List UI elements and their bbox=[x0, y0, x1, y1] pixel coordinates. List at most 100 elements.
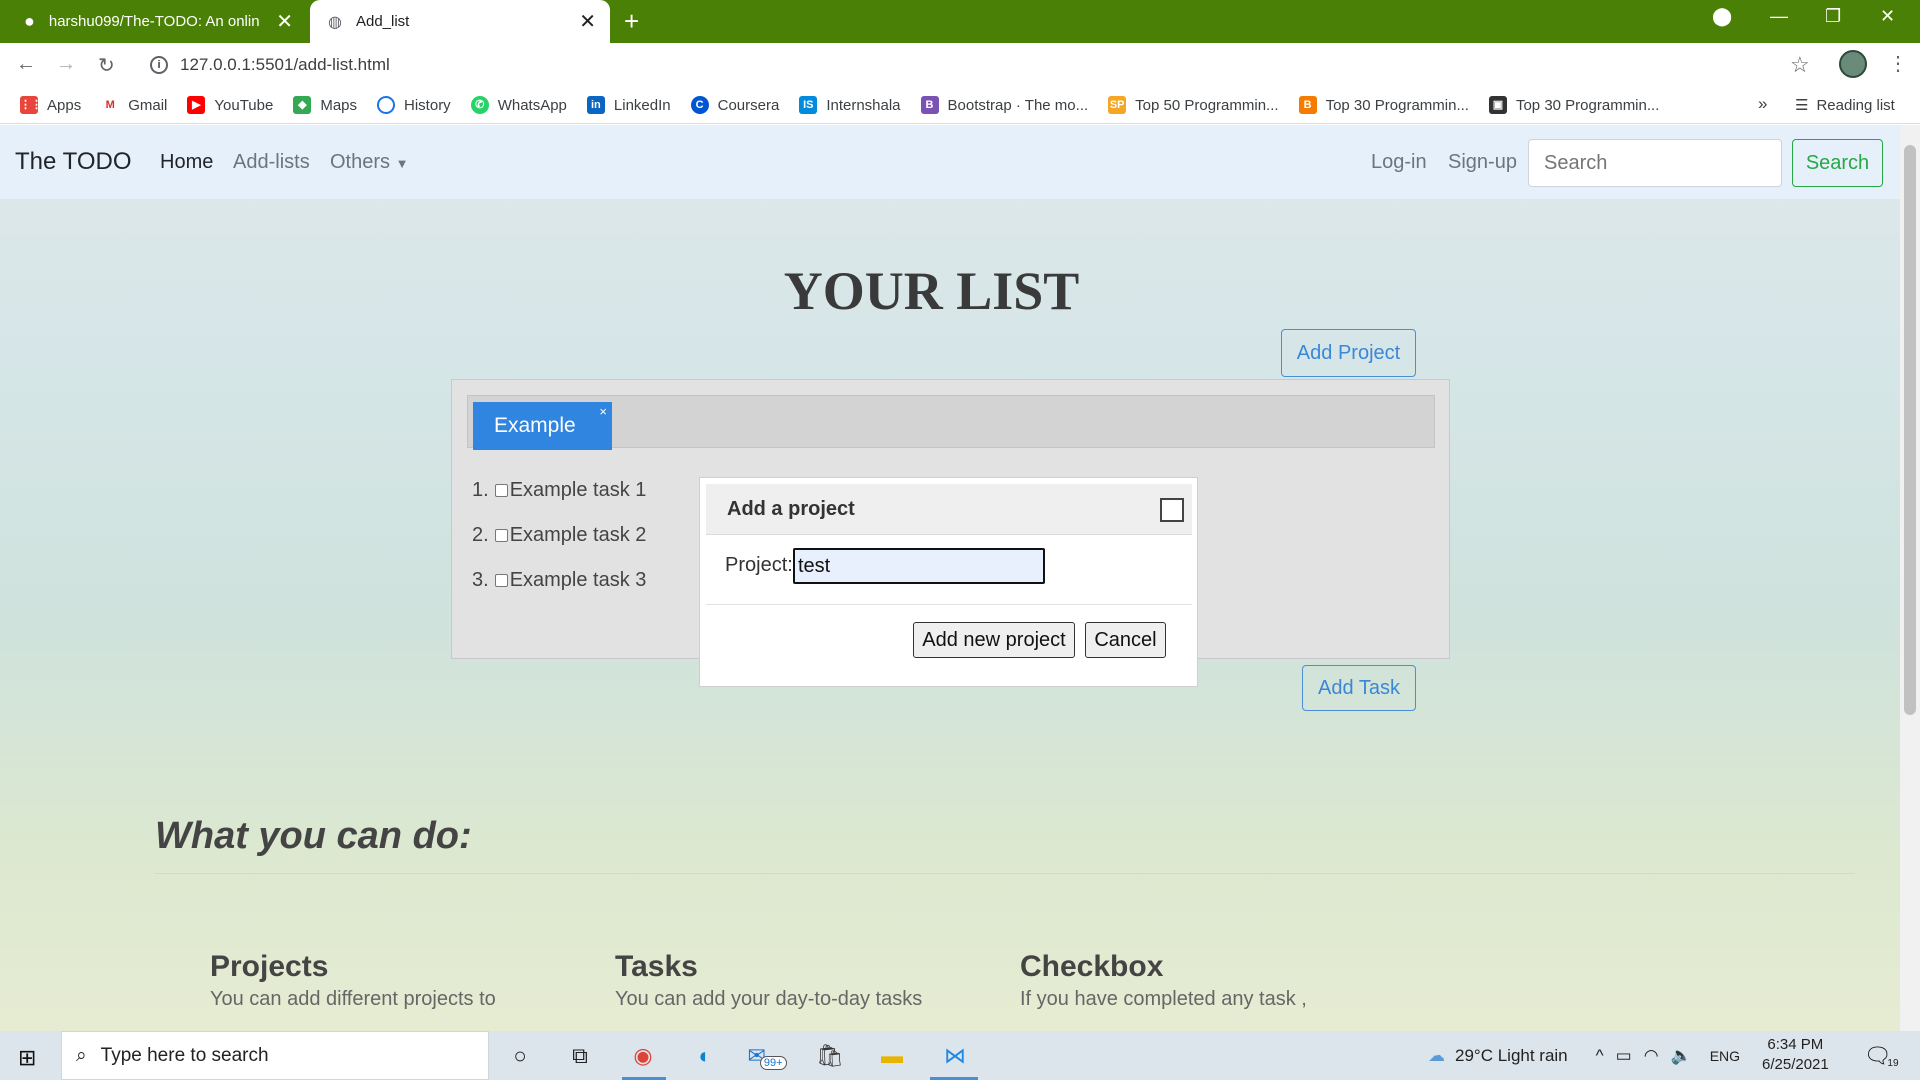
weather-text[interactable]: 29°C Light rain bbox=[1455, 1046, 1568, 1066]
store-icon[interactable]: 🛍 bbox=[815, 1041, 845, 1071]
list-item: 3. Example task 3 bbox=[472, 569, 647, 591]
bookmark-apps[interactable]: ⋮⋮ Apps bbox=[20, 96, 81, 114]
search-button[interactable]: Search bbox=[1792, 139, 1883, 187]
nav-home[interactable]: Home bbox=[160, 151, 213, 174]
bookmark-whatsapp[interactable]: ✆ WhatsApp bbox=[470, 96, 567, 114]
blogger-icon: B bbox=[1298, 96, 1317, 114]
bookmark-gmail[interactable]: M Gmail bbox=[101, 96, 167, 114]
tab-title: harshu099/The-TODO: An online bbox=[48, 13, 259, 30]
mail-badge: 99+ bbox=[759, 1056, 787, 1070]
file-explorer-icon[interactable]: ▬ bbox=[877, 1041, 907, 1071]
back-icon[interactable]: ← bbox=[16, 53, 36, 76]
add-project-button[interactable]: Add Project bbox=[1281, 329, 1416, 377]
apps-grid-icon: ⋮⋮ bbox=[20, 96, 42, 114]
close-tab-icon[interactable]: ✕ bbox=[276, 9, 293, 34]
feature-text: If you have completed any task , bbox=[1020, 988, 1307, 1010]
clock[interactable]: 6:34 PM 6/25/2021 bbox=[1762, 1035, 1829, 1075]
address-text: 127.0.0.1:5501/add-list.html bbox=[180, 55, 390, 74]
add-task-button[interactable]: Add Task bbox=[1302, 665, 1416, 711]
scrollbar-thumb[interactable] bbox=[1904, 145, 1916, 715]
task-checkbox[interactable] bbox=[494, 484, 508, 497]
reload-icon[interactable]: ↻ bbox=[98, 53, 115, 78]
more-bookmarks-icon[interactable]: » bbox=[1758, 94, 1767, 114]
cancel-button[interactable]: Cancel bbox=[1085, 622, 1166, 658]
browser-menu-icon[interactable]: ⋮ bbox=[1888, 51, 1908, 76]
battery-icon[interactable]: ▭ bbox=[1616, 1046, 1632, 1066]
browser-toolbar: ← → ↻ i 127.0.0.1:5501/add-list.html ☆ ⋮ bbox=[0, 43, 1920, 87]
windows-taskbar: ⊞ ⌕ Type here to search ○ ⧉ ◉ ◐ ✉ 99+ 🛍 ▬… bbox=[0, 1031, 1920, 1080]
task-checkbox[interactable] bbox=[494, 574, 508, 587]
gmail-icon: M bbox=[101, 96, 120, 114]
mail-icon[interactable]: ✉ 99+ bbox=[747, 1041, 787, 1071]
windows-start-icon[interactable]: ⊞ bbox=[18, 1045, 36, 1071]
browser-titlebar: ● harshu099/The-TODO: An online ✕ ◍ Add_… bbox=[0, 0, 1920, 43]
linkedin-icon: in bbox=[586, 96, 605, 114]
login-link[interactable]: Log-in bbox=[1371, 151, 1427, 174]
forward-icon[interactable]: → bbox=[56, 53, 76, 76]
reading-list-icon: ☰ bbox=[1795, 97, 1809, 114]
close-tab-icon[interactable]: ✕ bbox=[579, 9, 596, 34]
taskbar-search[interactable]: ⌕ Type here to search bbox=[61, 1031, 489, 1080]
bookmark-star-icon[interactable]: ☆ bbox=[1790, 52, 1810, 78]
add-project-dialog: Add a project Project: Add new project C… bbox=[699, 477, 1198, 687]
avatar[interactable] bbox=[1839, 50, 1867, 78]
list-item: 2. Example task 2 bbox=[472, 524, 647, 546]
bookmark-history[interactable]: History bbox=[377, 96, 451, 114]
bookmark-youtube[interactable]: ▶ YouTube bbox=[187, 96, 273, 114]
bookmark-top50[interactable]: SP Top 50 Programmin... bbox=[1108, 96, 1279, 114]
reading-list[interactable]: ☰ Reading list bbox=[1795, 96, 1895, 115]
profile-dropdown-icon[interactable]: ⬤ bbox=[1712, 6, 1732, 27]
internshala-icon: IS bbox=[799, 96, 818, 114]
minimize-icon[interactable]: — bbox=[1770, 6, 1788, 27]
coursera-icon: C bbox=[690, 96, 709, 114]
bookmark-coursera[interactable]: C Coursera bbox=[690, 96, 779, 114]
restore-icon[interactable]: ❐ bbox=[1825, 6, 1841, 27]
add-new-project-button[interactable]: Add new project bbox=[913, 622, 1075, 658]
address-bar[interactable]: i 127.0.0.1:5501/add-list.html bbox=[140, 48, 1760, 82]
bookmark-maps[interactable]: ◆ Maps bbox=[293, 96, 357, 114]
bookmark-linkedin[interactable]: in LinkedIn bbox=[586, 96, 671, 114]
edge-icon[interactable]: ◐ bbox=[690, 1041, 720, 1071]
close-window-icon[interactable]: ✕ bbox=[1880, 6, 1895, 27]
feature-text: You can add different projects to bbox=[210, 988, 496, 1010]
task-view-icon[interactable]: ⧉ bbox=[565, 1041, 595, 1071]
date: 6/25/2021 bbox=[1762, 1056, 1829, 1073]
search-input[interactable] bbox=[1528, 139, 1782, 187]
info-icon[interactable]: i bbox=[150, 56, 168, 74]
globe-icon: ◍ bbox=[328, 13, 342, 31]
close-dialog-icon[interactable] bbox=[1160, 498, 1184, 522]
feature-title: Checkbox bbox=[1020, 950, 1164, 983]
task-checkbox[interactable] bbox=[494, 529, 508, 542]
system-tray: ☁ 29°C Light rain ^ ▭ ◠ 🔈 ENG bbox=[1428, 1031, 1740, 1080]
page-content: The TODO Home Add-lists Others ▼ Log-in … bbox=[0, 125, 1900, 1031]
tab-add-list[interactable]: ◍ Add_list ✕ bbox=[310, 0, 610, 43]
brand[interactable]: The TODO bbox=[15, 148, 131, 176]
vscode-icon[interactable]: ⋈ bbox=[940, 1041, 970, 1071]
github-icon: ● bbox=[24, 11, 35, 31]
bookmark-top30-b[interactable]: ▣ Top 30 Programmin... bbox=[1488, 96, 1659, 114]
site-icon: ▣ bbox=[1488, 96, 1507, 114]
language-indicator[interactable]: ENG bbox=[1710, 1048, 1740, 1064]
bookmark-internshala[interactable]: IS Internshala bbox=[799, 96, 901, 114]
notifications-icon[interactable]: 🗨 19 bbox=[1863, 1041, 1898, 1071]
nav-others[interactable]: Others ▼ bbox=[330, 151, 408, 174]
signup-link[interactable]: Sign-up bbox=[1448, 151, 1517, 174]
project-label: Project: bbox=[725, 554, 793, 576]
close-project-icon[interactable]: × bbox=[599, 404, 607, 419]
bookmark-bootstrap[interactable]: B Bootstrap · The mo... bbox=[920, 96, 1088, 114]
page-title: YOUR LIST bbox=[783, 261, 1080, 321]
tab-example[interactable]: Example × bbox=[473, 402, 612, 450]
wifi-icon[interactable]: ◠ bbox=[1644, 1046, 1659, 1066]
bookmark-top30-a[interactable]: B Top 30 Programmin... bbox=[1298, 96, 1469, 114]
project-name-input[interactable] bbox=[793, 548, 1045, 584]
cortana-icon[interactable]: ○ bbox=[505, 1041, 535, 1071]
site-navbar: The TODO Home Add-lists Others ▼ Log-in … bbox=[0, 125, 1900, 199]
nav-add-lists[interactable]: Add-lists bbox=[233, 151, 310, 174]
volume-icon[interactable]: 🔈 bbox=[1671, 1046, 1692, 1066]
chrome-icon[interactable]: ◉ bbox=[628, 1041, 658, 1071]
maps-icon: ◆ bbox=[293, 96, 312, 114]
tab-github[interactable]: ● harshu099/The-TODO: An online ✕ bbox=[0, 0, 307, 43]
page-scrollbar[interactable] bbox=[1900, 125, 1920, 1031]
new-tab-icon[interactable]: + bbox=[624, 6, 639, 37]
chevron-up-icon[interactable]: ^ bbox=[1596, 1046, 1604, 1066]
